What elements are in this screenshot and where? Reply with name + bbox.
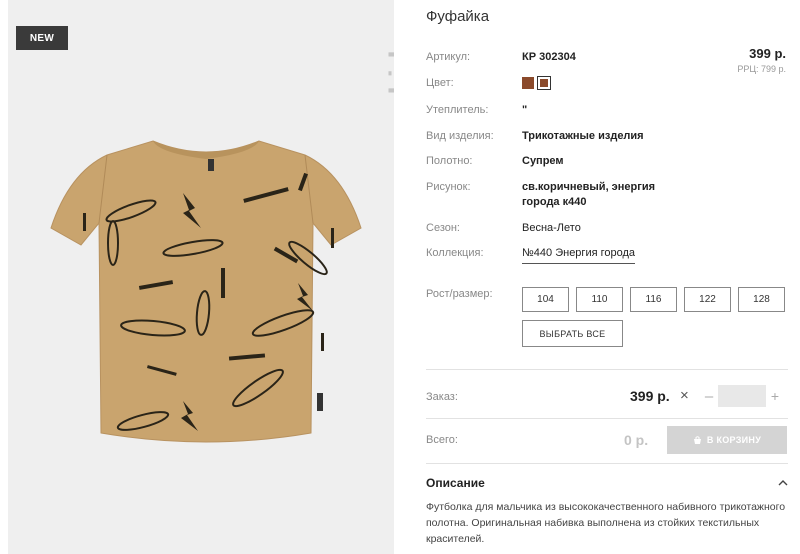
size-option-116[interactable]: 116 <box>630 287 677 312</box>
product-price: 399 р. <box>749 46 786 61</box>
type-label: Вид изделия: <box>426 130 494 142</box>
size-option-128[interactable]: 128 <box>738 287 785 312</box>
product-image[interactable]: NEW crockid <box>8 0 394 554</box>
color-swatch-2-selected[interactable] <box>537 76 551 90</box>
description-text: Футболка для мальчика из высококачествен… <box>426 501 786 545</box>
cart-icon <box>693 435 701 444</box>
season-label: Сезон: <box>426 222 460 234</box>
fabric-value: Супрем <box>522 155 564 167</box>
divider <box>426 463 788 464</box>
description-title[interactable]: Описание <box>426 476 485 490</box>
article-value: КР 302304 <box>522 51 576 63</box>
new-badge: NEW <box>16 26 68 50</box>
tshirt-picture <box>50 140 362 443</box>
pattern-value-line-2: города к440 <box>522 196 587 208</box>
size-option-104[interactable]: 104 <box>522 287 569 312</box>
product-title: Фуфайка <box>426 8 490 25</box>
add-to-cart-label: В КОРЗИНУ <box>706 435 762 445</box>
pattern-label: Рисунок: <box>426 181 471 193</box>
color-label: Цвет: <box>426 77 454 89</box>
divider <box>426 418 788 419</box>
total-label: Всего: <box>426 434 458 446</box>
brand-logo-text: crockid <box>384 49 394 160</box>
chevron-up-icon[interactable] <box>778 478 788 488</box>
order-price: 399 р. <box>630 388 670 404</box>
order-label: Заказ: <box>426 391 458 403</box>
size-option-110[interactable]: 110 <box>576 287 623 312</box>
pattern-value-line-1: св.коричневый, энергия <box>522 181 655 193</box>
times-icon: × <box>680 387 689 404</box>
color-swatch-1[interactable] <box>522 77 534 89</box>
article-label: Артикул: <box>426 51 471 63</box>
product-info: Фуфайка 399 р. РРЦ: 799 р. Артикул: КР 3… <box>426 0 800 554</box>
insulation-value: " <box>522 104 528 116</box>
type-value: Трикотажные изделия <box>522 130 644 142</box>
collection-link[interactable]: №440 Энергия города <box>522 245 636 264</box>
total-price: 0 р. <box>624 432 649 448</box>
quantity-minus-button[interactable]: – <box>702 386 716 406</box>
size-option-122[interactable]: 122 <box>684 287 731 312</box>
fabric-label: Полотно: <box>426 155 473 167</box>
size-label: Рост/размер: <box>426 288 493 300</box>
season-value: Весна-Лето <box>522 222 581 234</box>
collection-label: Коллекция: <box>426 247 484 259</box>
insulation-label: Утеплитель: <box>426 104 489 116</box>
divider <box>426 369 788 370</box>
select-all-sizes-button[interactable]: ВЫБРАТЬ ВСЕ <box>522 320 623 347</box>
quantity-input[interactable] <box>718 385 766 407</box>
add-to-cart-button[interactable]: В КОРЗИНУ <box>667 426 787 454</box>
quantity-plus-button[interactable]: + <box>768 386 782 406</box>
recommended-price: РРЦ: 799 р. <box>737 64 786 74</box>
